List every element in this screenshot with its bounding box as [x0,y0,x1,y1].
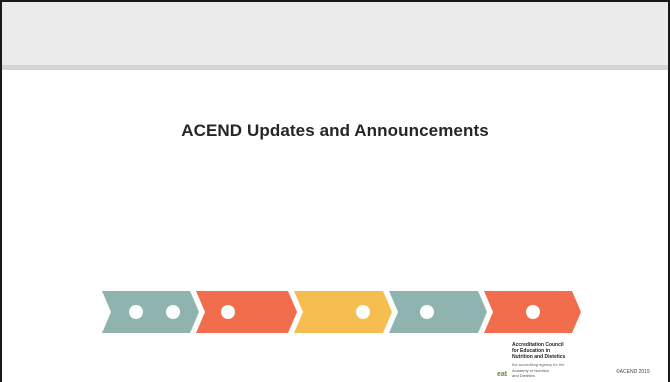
chevron-3 [294,291,392,333]
academy-leaf-icon: eat [497,371,508,377]
chevron-4 [389,291,487,333]
chevron-progress-bar [102,291,581,333]
logo-subtext: the accrediting agency for the [512,362,565,367]
chevron-2 [196,291,297,333]
slide-frame: ACEND Updates and Announcements Accredit… [0,0,670,382]
chevron-1 [102,291,199,333]
academy-name-line-2: and Dietetics [512,373,536,378]
copyright-text: ©ACEND 2019 [616,369,650,375]
chevron-1-dot-1 [129,305,143,319]
logo-line-3: Nutrition and Dietetics [512,354,566,360]
chevron-3-dot-1 [356,305,370,319]
academy-name: Academy of Nutrition and Dietetics [512,368,549,378]
chevron-2-dot-1 [221,305,235,319]
chevron-5-dot-1 [526,305,540,319]
chevron-1-dot-2 [166,305,180,319]
acend-logo: Accreditation Council for Education in N… [497,338,607,378]
svg-text:eat: eat [497,371,508,377]
chevron-4-dot-1 [420,305,434,319]
